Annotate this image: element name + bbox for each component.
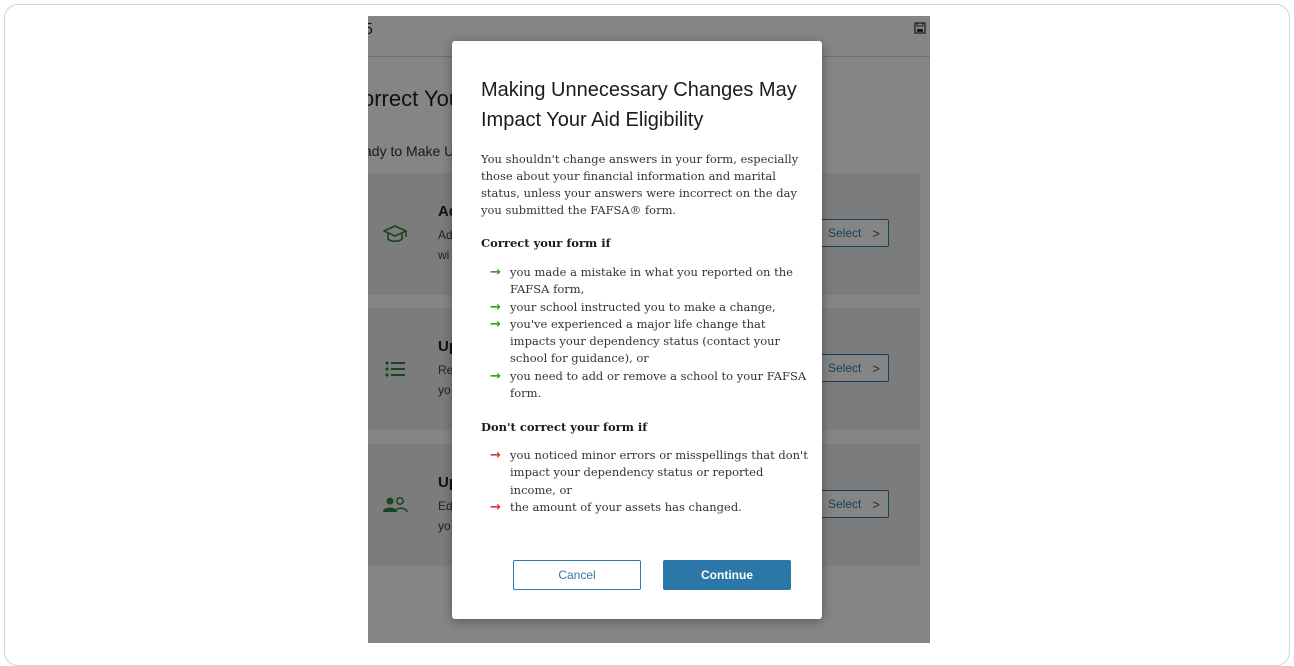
arrow-right-icon: → — [490, 499, 501, 515]
list-item-text: the amount of your assets has changed. — [510, 499, 742, 514]
list-item-text: your school instructed you to make a cha… — [510, 299, 776, 314]
list-item: → the amount of your assets has changed. — [490, 499, 808, 516]
list-item: → your school instructed you to make a ch… — [490, 299, 808, 316]
unnecessary-changes-dialog: Making Unnecessary Changes May Impact Yo… — [452, 41, 822, 619]
list-item-text: you noticed minor errors or misspellings… — [510, 448, 808, 497]
list-item: → you made a mistake in what you reported… — [490, 264, 808, 299]
list-item: → you need to add or remove a school to y… — [490, 368, 808, 403]
continue-button[interactable]: Continue — [663, 560, 791, 590]
arrow-right-icon: → — [490, 316, 501, 332]
arrow-right-icon: → — [490, 368, 501, 384]
dont-correct-heading: Don't correct your form if — [481, 420, 648, 434]
correct-list: → you made a mistake in what you reported… — [490, 264, 808, 402]
arrow-right-icon: → — [490, 448, 501, 463]
dont-correct-list: → you noticed minor errors or misspelling… — [490, 447, 808, 516]
dialog-intro: You shouldn't change answers in your for… — [481, 152, 799, 217]
list-item: → you've experienced a major life change … — [490, 316, 808, 368]
list-item-text: you made a mistake in what you reported … — [510, 265, 793, 297]
list-item: → you noticed minor errors or misspelling… — [490, 447, 808, 499]
cancel-button[interactable]: Cancel — [513, 560, 641, 590]
arrow-right-icon: → — [490, 265, 501, 280]
arrow-right-icon: → — [490, 299, 501, 315]
list-item-text: you've experienced a major life change t… — [510, 316, 781, 366]
list-item-text: you need to add or remove a school to yo… — [510, 368, 807, 401]
correct-heading: Correct your form if — [481, 236, 611, 250]
dialog-title: Making Unnecessary Changes May Impact Yo… — [481, 79, 797, 131]
